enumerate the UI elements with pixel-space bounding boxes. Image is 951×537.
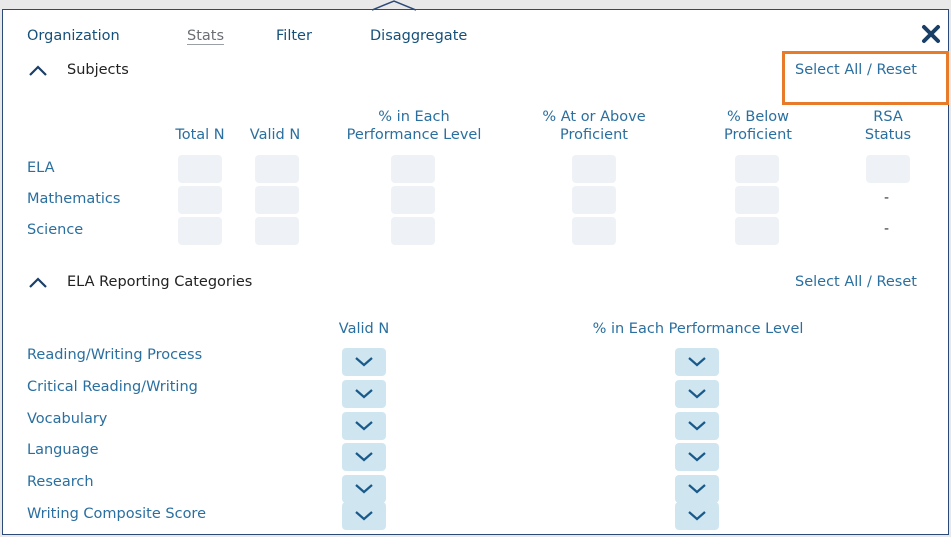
- checkbox-checked-vocabulary-pct-level[interactable]: [675, 412, 719, 440]
- checkbox-math-valid-n[interactable]: [255, 186, 299, 214]
- ela-category-label: Critical Reading/Writing: [27, 379, 198, 395]
- checkbox-checked-research-valid-n[interactable]: [342, 475, 386, 503]
- tab-organization[interactable]: Organization: [27, 28, 120, 44]
- checkbox-checked-language-pct-level[interactable]: [675, 443, 719, 471]
- checkbox-ela-pct-below[interactable]: [735, 155, 779, 183]
- checkbox-math-pct-at-above[interactable]: [572, 186, 616, 214]
- ela-select-all-link[interactable]: Select All: [795, 274, 862, 290]
- subject-label-ela: ELA: [27, 160, 55, 176]
- panel-notch: [372, 0, 416, 11]
- col-header-pct-each-level: % in Each Performance Level: [346, 109, 482, 143]
- checkbox-ela-valid-n[interactable]: [255, 155, 299, 183]
- checkbox-checked-vocabulary-valid-n[interactable]: [342, 412, 386, 440]
- checkbox-ela-pct-each-level[interactable]: [391, 155, 435, 183]
- col-header-total-n: Total N: [175, 127, 225, 143]
- checkbox-checked-reading-writing-pct-level[interactable]: [675, 348, 719, 376]
- ela-category-label: Research: [27, 474, 94, 490]
- checkbox-math-pct-each-level[interactable]: [391, 186, 435, 214]
- ela-reset-link[interactable]: Reset: [876, 274, 917, 290]
- checkbox-math-pct-below[interactable]: [735, 186, 779, 214]
- link-separator: /: [866, 274, 872, 290]
- checkbox-checked-writing-composite-pct-level[interactable]: [675, 502, 719, 530]
- subjects-section-title: Subjects: [67, 62, 129, 78]
- tab-disaggregate[interactable]: Disaggregate: [370, 28, 467, 44]
- checkbox-checked-reading-writing-valid-n[interactable]: [342, 348, 386, 376]
- col-header-rsa-status: RSA Status: [864, 109, 912, 143]
- tab-filter[interactable]: Filter: [276, 28, 312, 44]
- ela-categories-section-title: ELA Reporting Categories: [67, 274, 253, 290]
- ela-category-label: Vocabulary: [27, 411, 108, 427]
- checkbox-math-total-n[interactable]: [178, 186, 222, 214]
- checkbox-science-total-n[interactable]: [178, 217, 222, 245]
- subject-label-mathematics: Mathematics: [27, 191, 121, 207]
- chevron-up-icon[interactable]: [28, 63, 48, 77]
- ela-category-label: Writing Composite Score: [27, 506, 206, 522]
- close-icon[interactable]: [920, 23, 942, 45]
- checkbox-science-pct-each-level[interactable]: [391, 217, 435, 245]
- col-header-valid-n: Valid N: [249, 127, 301, 143]
- subject-label-science: Science: [27, 222, 84, 238]
- ela-col-header-valid-n: Valid N: [338, 321, 390, 337]
- tab-stats[interactable]: Stats: [187, 28, 224, 44]
- checkbox-science-valid-n[interactable]: [255, 217, 299, 245]
- checkbox-science-pct-at-above[interactable]: [572, 217, 616, 245]
- checkbox-checked-critical-reading-pct-level[interactable]: [675, 380, 719, 408]
- checkbox-checked-writing-composite-valid-n[interactable]: [342, 502, 386, 530]
- math-rsa-status-value: -: [884, 190, 890, 206]
- subjects-select-links: Select All / Reset: [795, 62, 917, 78]
- checkbox-ela-pct-at-above[interactable]: [572, 155, 616, 183]
- science-rsa-status-value: -: [884, 221, 890, 237]
- checkbox-ela-rsa-status[interactable]: [866, 155, 910, 183]
- checkbox-checked-research-pct-level[interactable]: [675, 475, 719, 503]
- checkbox-checked-critical-reading-valid-n[interactable]: [342, 380, 386, 408]
- checkbox-ela-total-n[interactable]: [178, 155, 222, 183]
- highlight-box: [782, 51, 949, 105]
- checkbox-science-pct-below[interactable]: [735, 217, 779, 245]
- ela-select-links: Select All / Reset: [795, 274, 917, 290]
- col-header-pct-below: % Below Proficient: [724, 109, 792, 143]
- col-header-pct-at-above: % At or Above Proficient: [542, 109, 646, 143]
- ela-col-header-pct-each-level: % in Each Performance Level: [592, 321, 804, 337]
- subjects-select-all-link[interactable]: Select All: [795, 62, 862, 78]
- subjects-reset-link[interactable]: Reset: [876, 62, 917, 78]
- ela-category-label: Language: [27, 442, 99, 458]
- chevron-up-icon[interactable]: [28, 275, 48, 289]
- ela-category-label: Reading/Writing Process: [27, 347, 203, 363]
- link-separator: /: [866, 62, 872, 78]
- checkbox-checked-language-valid-n[interactable]: [342, 443, 386, 471]
